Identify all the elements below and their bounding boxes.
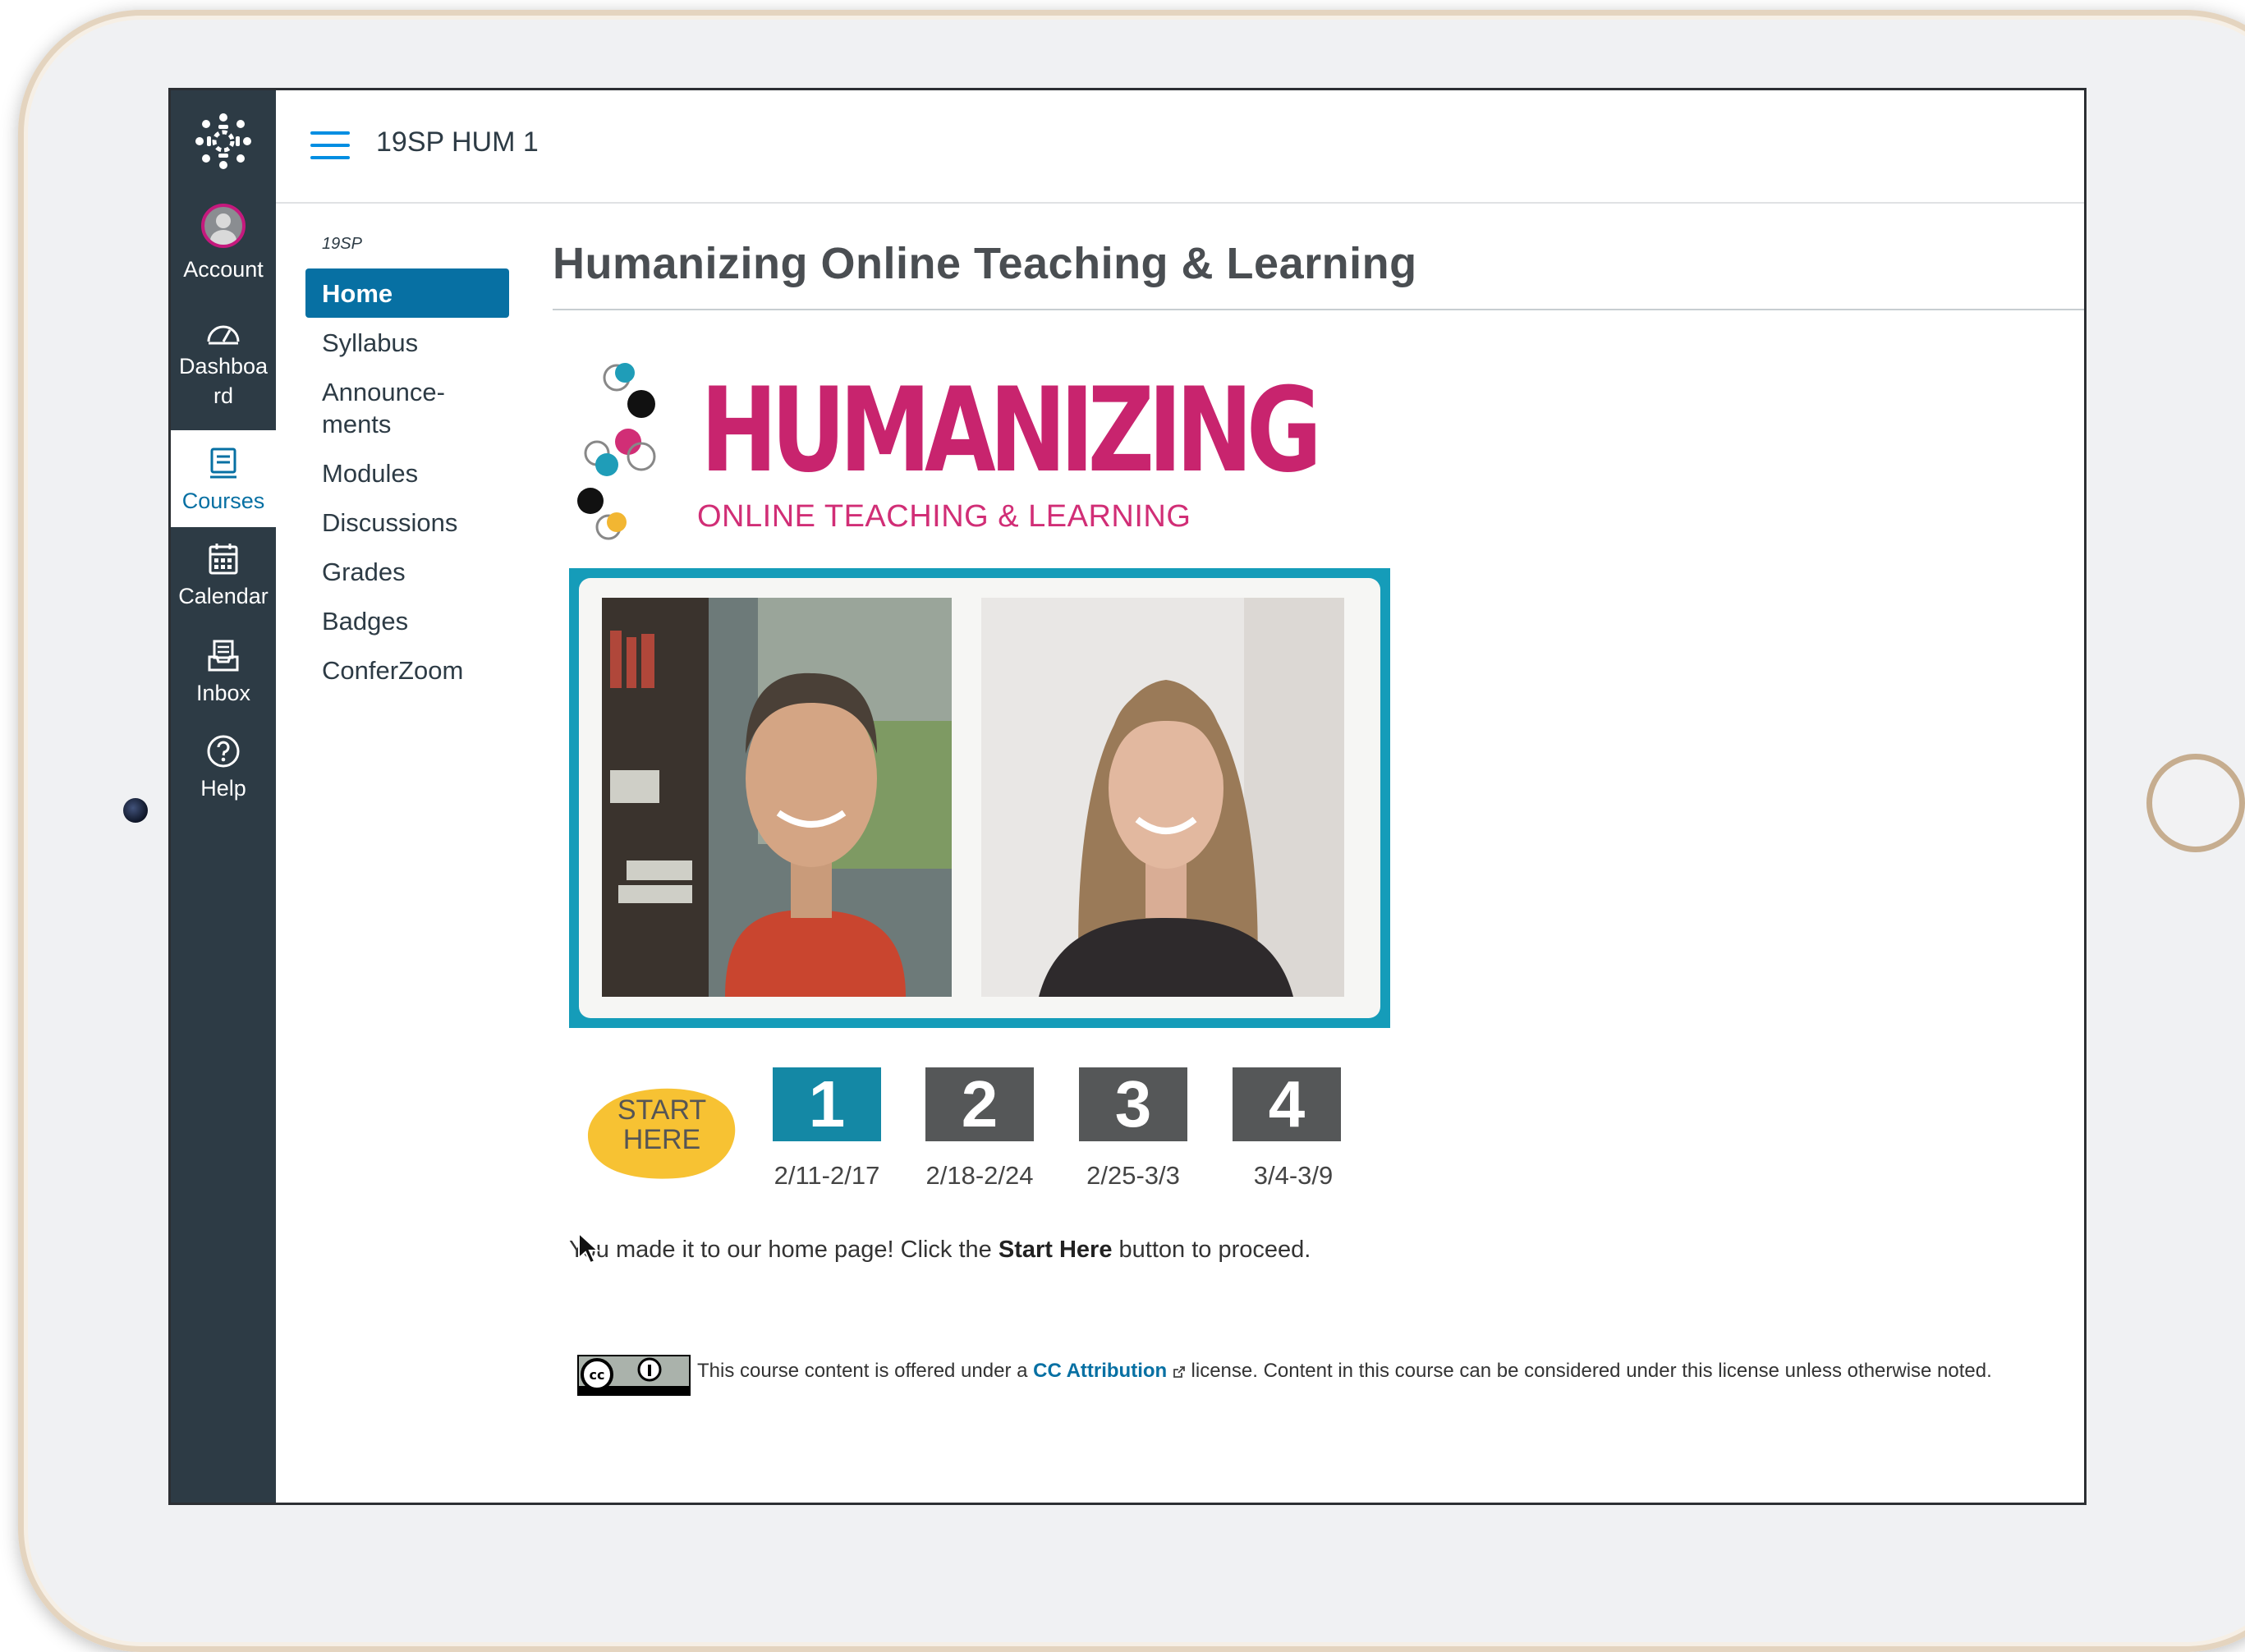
- week-4-dates: 3/4-3/9: [1253, 1161, 1334, 1190]
- week-3-dates: 2/25-3/3: [1086, 1161, 1180, 1190]
- cc-by-badge-icon: cc: [577, 1355, 691, 1396]
- course-nav-badges[interactable]: Badges: [305, 596, 509, 645]
- page-content: Humanizing Online Teaching & Learning HU…: [553, 238, 2084, 1396]
- calendar-icon: [209, 544, 238, 575]
- gnav-calendar-label: Calendar: [178, 584, 269, 608]
- courses-book-icon: [210, 447, 236, 479]
- bubbles-logo-icon: [577, 363, 656, 540]
- start-here-button[interactable]: START HERE: [585, 1084, 738, 1181]
- gnav-inbox-label: Inbox: [195, 681, 251, 705]
- gnav-calendar[interactable]: Calendar: [171, 542, 276, 611]
- gnav-courses[interactable]: Courses: [171, 430, 276, 527]
- course-header: 19SP HUM 1: [276, 90, 2084, 204]
- course-nav-grades[interactable]: Grades: [305, 547, 509, 596]
- start-here-label: START HERE: [585, 1095, 738, 1154]
- home-button[interactable]: [2146, 754, 2245, 852]
- gnav-inbox[interactable]: Inbox: [171, 639, 276, 708]
- svg-text:cc: cc: [590, 1367, 605, 1383]
- gnav-dashboard-label: Dashboa rd: [178, 354, 269, 408]
- humanizing-banner: HUMANIZING ONLINE TEACHING & LEARNING: [569, 353, 1322, 550]
- dashboard-gauge-icon: [207, 325, 240, 345]
- video-thumbnail[interactable]: [569, 568, 1390, 1028]
- help-circle-icon: [207, 735, 240, 768]
- mouse-cursor-icon: [578, 1232, 600, 1264]
- term-label: 19SP: [322, 235, 362, 253]
- global-nav: Account Dashboa rd Courses Calendar Inbo…: [171, 90, 276, 1503]
- instructor-photo-right: [981, 598, 1344, 997]
- intro-paragraph: You made it to our home page! Click the …: [569, 1237, 1311, 1264]
- start-here-line2: HERE: [622, 1124, 701, 1155]
- camera-dot: [123, 798, 148, 823]
- external-link-icon: [1173, 1365, 1185, 1378]
- week-3-button[interactable]: 3: [1079, 1067, 1187, 1141]
- page-title: Humanizing Online Teaching & Learning: [553, 238, 2084, 310]
- canvas-logo-icon[interactable]: [195, 113, 251, 169]
- week-4-button[interactable]: 4: [1233, 1067, 1341, 1141]
- hamburger-menu-icon[interactable]: [310, 131, 350, 161]
- navigation-cards: START HERE 1 2/11-2/17 2 2/18-2/24 3 2/2…: [577, 1067, 1398, 1207]
- week-2-dates: 2/18-2/24: [925, 1161, 1034, 1190]
- week-1-dates: 2/11-2/17: [774, 1161, 880, 1190]
- course-nav: 19SP Home Syllabus Announce- ments Modul…: [305, 230, 509, 695]
- course-nav-home[interactable]: Home: [305, 268, 509, 318]
- instructor-photo-left: [602, 598, 952, 997]
- banner-word: HUMANIZING: [700, 363, 1322, 498]
- course-nav-announcements[interactable]: Announce- ments: [305, 367, 509, 448]
- user-avatar-icon: [201, 204, 246, 248]
- license-text: This course content is offered under a C…: [697, 1360, 1992, 1383]
- course-nav-modules[interactable]: Modules: [305, 448, 509, 498]
- week-2-button[interactable]: 2: [925, 1067, 1034, 1141]
- banner-subword: ONLINE TEACHING & LEARNING: [697, 499, 1191, 534]
- cc-attribution-link[interactable]: CC Attribution: [1033, 1360, 1167, 1382]
- gnav-account-label: Account: [183, 257, 264, 282]
- inbox-tray-icon: [208, 640, 239, 672]
- gnav-courses-label: Courses: [181, 489, 265, 513]
- gnav-help[interactable]: Help: [171, 734, 276, 803]
- course-nav-syllabus[interactable]: Syllabus: [305, 318, 509, 367]
- gnav-dashboard[interactable]: Dashboa rd: [171, 319, 276, 411]
- video-inner: [579, 578, 1380, 1018]
- intro-bold: Start Here: [998, 1237, 1113, 1263]
- license-after: license. Content in this course can be c…: [1191, 1360, 1992, 1382]
- canvas-screen: Account Dashboa rd Courses Calendar Inbo…: [171, 90, 2084, 1503]
- gnav-help-label: Help: [200, 776, 246, 801]
- intro-before: You made it to our home page! Click the: [569, 1237, 999, 1263]
- gnav-account[interactable]: Account: [171, 204, 276, 284]
- course-title[interactable]: 19SP HUM 1: [376, 126, 539, 158]
- license-before: This course content is offered under a: [697, 1360, 1034, 1382]
- course-nav-conferzoom[interactable]: ConferZoom: [305, 645, 509, 695]
- week-1-button[interactable]: 1: [773, 1067, 881, 1141]
- start-here-line1: START: [617, 1094, 707, 1126]
- intro-after: button to proceed.: [1112, 1237, 1311, 1263]
- course-nav-discussions[interactable]: Discussions: [305, 498, 509, 547]
